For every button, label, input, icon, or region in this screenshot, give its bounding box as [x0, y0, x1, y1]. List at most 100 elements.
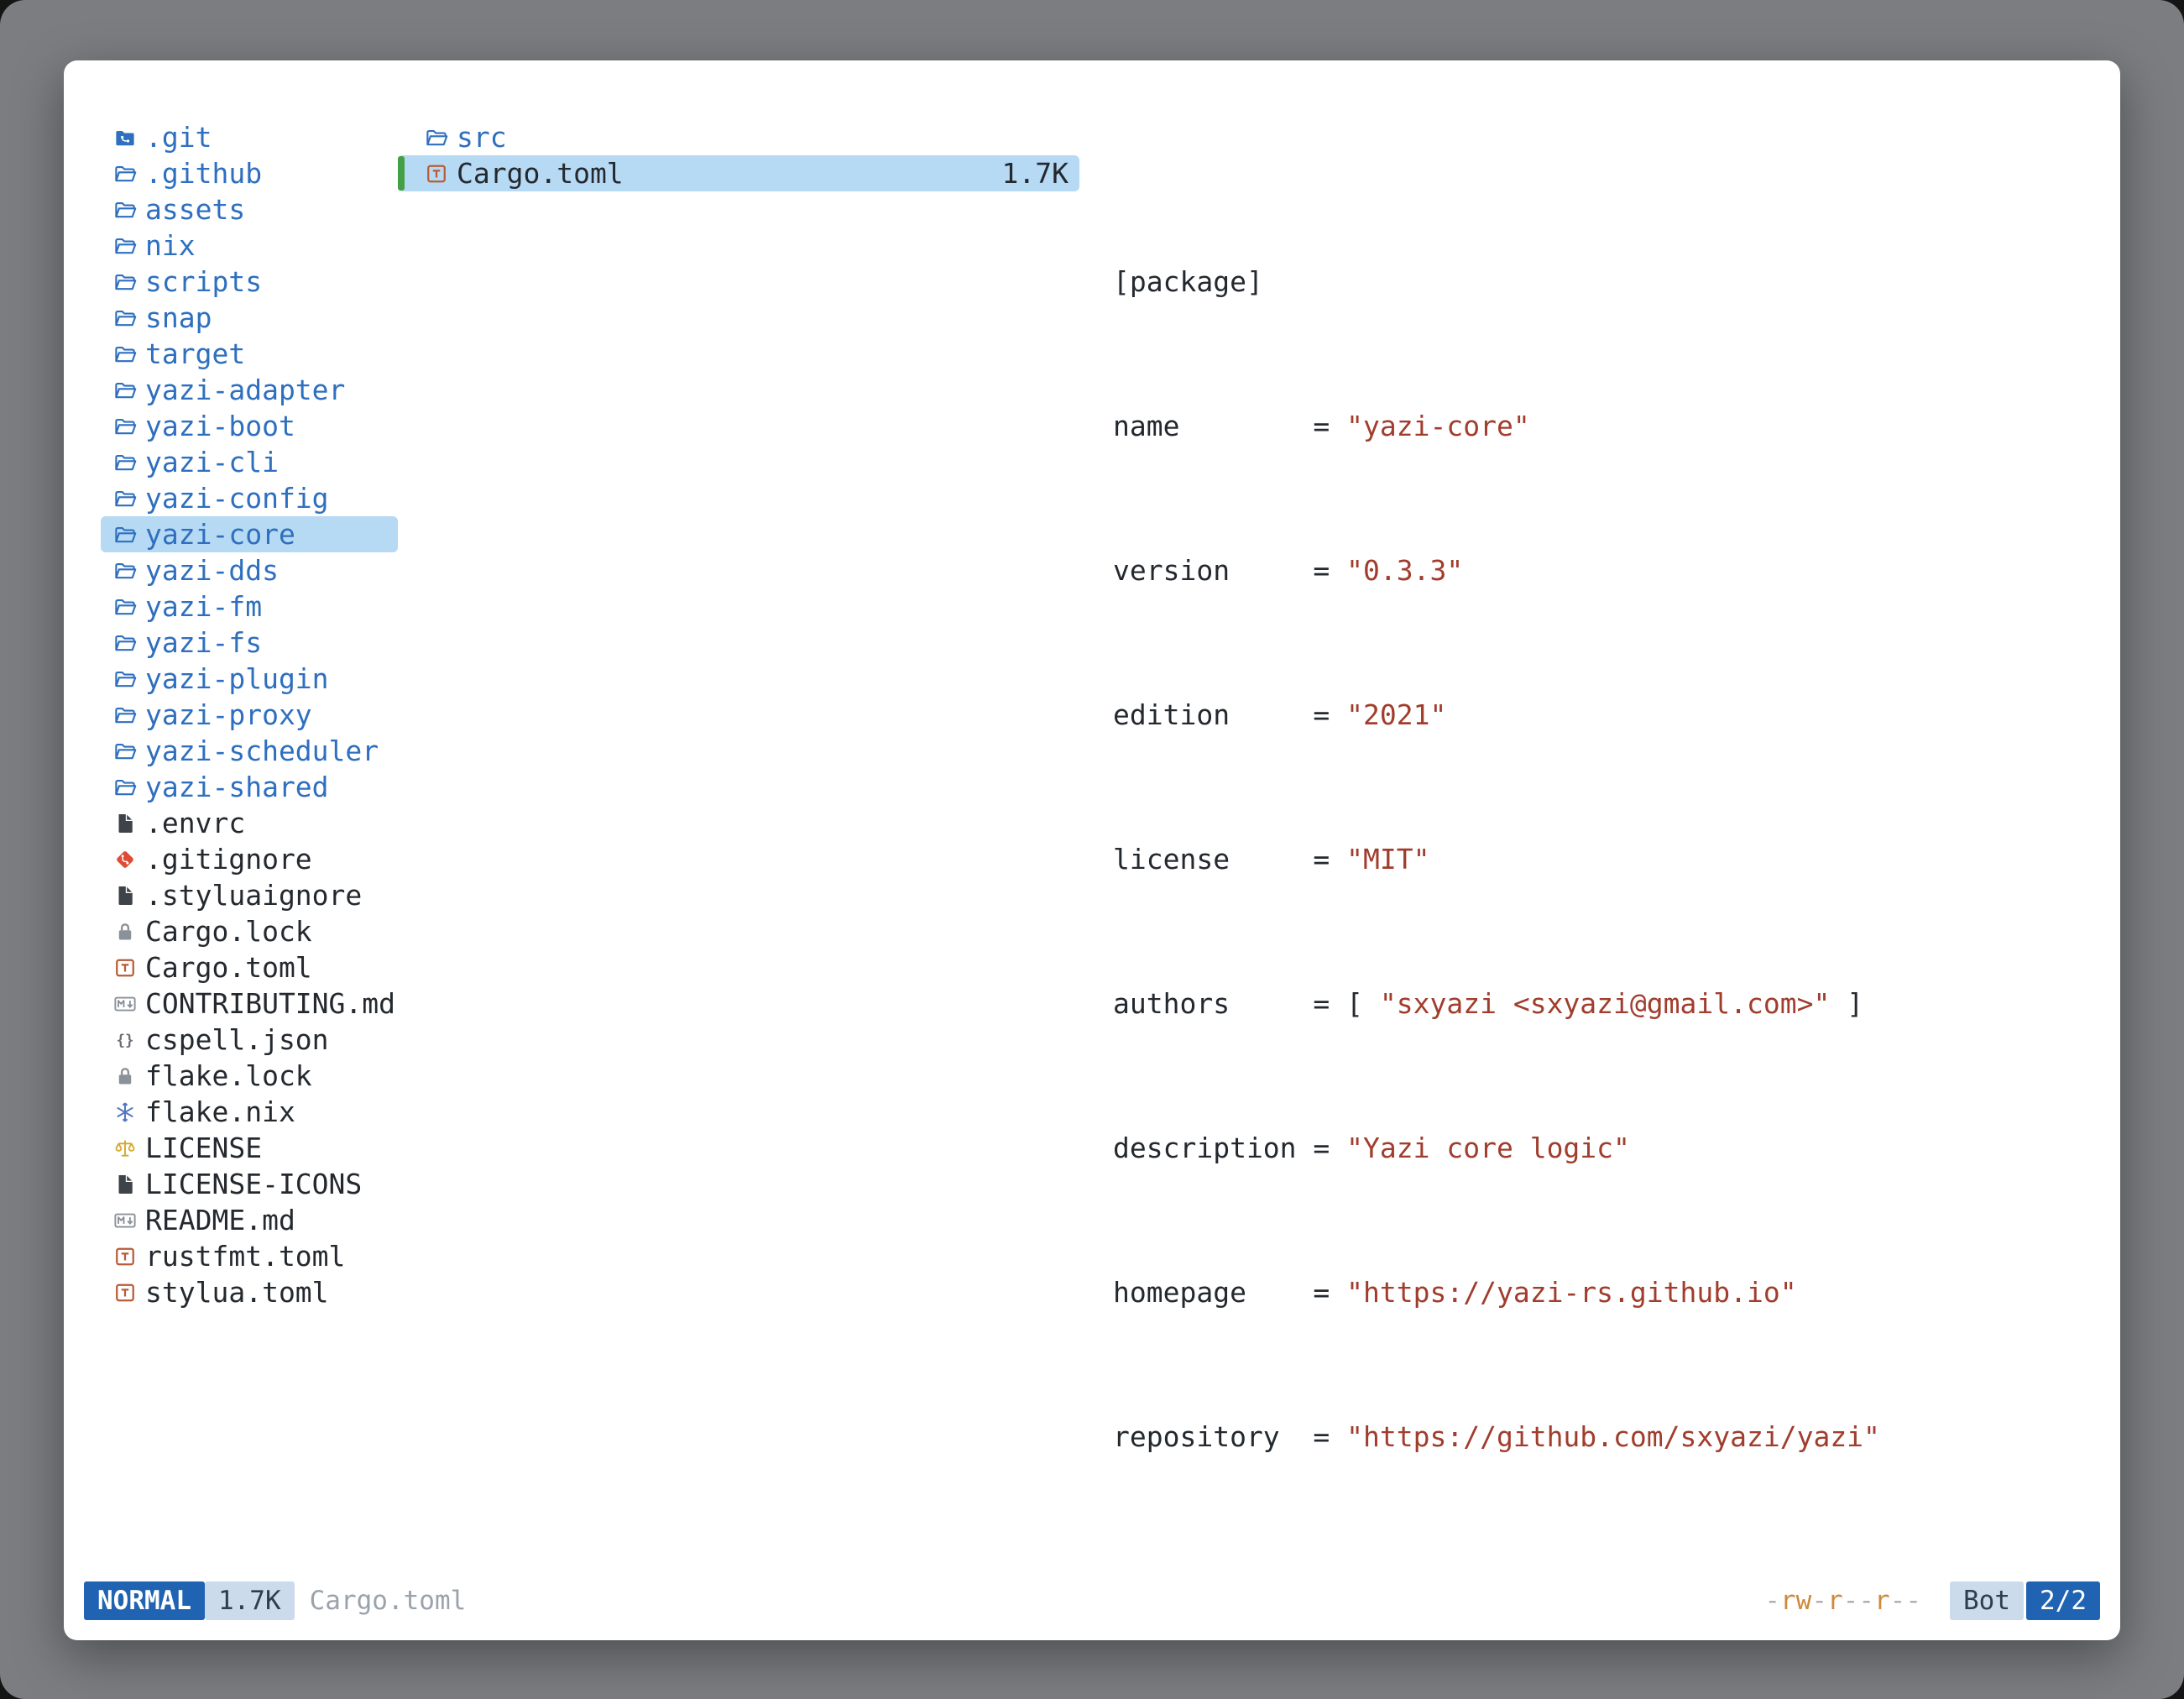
- parent-dir-item[interactable]: yazi-adapter: [101, 372, 398, 408]
- file-name: yazi-dds: [145, 552, 279, 588]
- parent-dir-item[interactable]: stylua.toml: [101, 1274, 398, 1310]
- file-name: yazi-core: [145, 516, 295, 552]
- current-dir-item[interactable]: src: [398, 119, 1079, 155]
- file-name: flake.lock: [145, 1058, 312, 1094]
- file-icon: [112, 811, 138, 836]
- file-name: .github: [145, 155, 262, 191]
- hover-marker: [398, 156, 405, 191]
- file-name: yazi-plugin: [145, 661, 329, 697]
- parent-dir-item[interactable]: yazi-proxy: [101, 697, 398, 733]
- file-name: .git: [145, 119, 212, 155]
- file-permissions: -rw-r--r--: [1764, 1581, 1921, 1620]
- parent-dir-item[interactable]: yazi-config: [101, 480, 398, 516]
- file-name: Cargo.toml: [457, 155, 624, 191]
- parent-dir-item[interactable]: yazi-cli: [101, 444, 398, 480]
- hover-marker: [398, 120, 405, 154]
- parent-dir-item[interactable]: snap: [101, 300, 398, 336]
- parent-dir-item[interactable]: yazi-scheduler: [101, 733, 398, 769]
- file-name: yazi-fm: [145, 588, 262, 625]
- parent-dir-item[interactable]: assets: [101, 191, 398, 227]
- parent-dir-item[interactable]: yazi-fs: [101, 625, 398, 661]
- scroll-position-badge: Bot: [1950, 1581, 2024, 1620]
- parent-dir-item[interactable]: LICENSE: [101, 1130, 398, 1166]
- parent-dir-item[interactable]: rustfmt.toml: [101, 1238, 398, 1274]
- preview-line: authors = [ "sxyazi <sxyazi@gmail.com>" …: [1113, 985, 2100, 1022]
- preview-line: license = "MIT": [1113, 841, 2100, 877]
- parent-dir-item[interactable]: Cargo.lock: [101, 913, 398, 949]
- folder-icon: [112, 486, 138, 511]
- nix-icon: [112, 1100, 138, 1125]
- parent-dir-item[interactable]: yazi-plugin: [101, 661, 398, 697]
- file-name: stylua.toml: [145, 1274, 329, 1310]
- json-icon: [112, 1027, 138, 1053]
- file-name: yazi-scheduler: [145, 733, 379, 769]
- file-name: LICENSE: [145, 1130, 262, 1166]
- file-name: yazi-boot: [145, 408, 295, 444]
- file-name: nix: [145, 227, 196, 264]
- parent-dir-item[interactable]: .styluaignore: [101, 877, 398, 913]
- parent-dir-item[interactable]: .envrc: [101, 805, 398, 841]
- parent-dir-item[interactable]: yazi-core: [101, 516, 398, 552]
- parent-dir-item[interactable]: .github: [101, 155, 398, 191]
- file-name: cspell.json: [145, 1022, 329, 1058]
- yazi-file-manager-window: .git .github assets nix: [64, 60, 2120, 1640]
- parent-dir-item[interactable]: Cargo.toml: [101, 949, 398, 985]
- md-icon: [112, 991, 138, 1017]
- file-name: yazi-fs: [145, 625, 262, 661]
- file-size: 1.7K: [1002, 155, 1079, 191]
- file-name: yazi-config: [145, 480, 329, 516]
- folder-icon: [112, 739, 138, 764]
- folder-icon: [112, 630, 138, 656]
- file-name: scripts: [145, 264, 262, 300]
- parent-dir-item[interactable]: LICENSE-ICONS: [101, 1166, 398, 1202]
- file-name: Cargo.toml: [145, 949, 312, 985]
- file-name: yazi-cli: [145, 444, 279, 480]
- parent-dir-item[interactable]: target: [101, 336, 398, 372]
- file-name: yazi-adapter: [145, 372, 345, 408]
- parent-dir-item[interactable]: flake.nix: [101, 1094, 398, 1130]
- file-icon: [112, 883, 138, 908]
- git-folder-icon: [112, 125, 138, 150]
- parent-dir-item[interactable]: yazi-shared: [101, 769, 398, 805]
- folder-icon: [112, 161, 138, 186]
- parent-dir-item[interactable]: CONTRIBUTING.md: [101, 985, 398, 1022]
- file-name: flake.nix: [145, 1094, 295, 1130]
- parent-dir-item[interactable]: yazi-dds: [101, 552, 398, 588]
- folder-icon: [112, 378, 138, 403]
- folder-icon: [112, 342, 138, 367]
- parent-dir-item[interactable]: scripts: [101, 264, 398, 300]
- preview-pane: [package] name = "yazi-core" version = "…: [1113, 119, 2100, 1576]
- parent-dir-item[interactable]: .gitignore: [101, 841, 398, 877]
- parent-dir-item[interactable]: flake.lock: [101, 1058, 398, 1094]
- parent-dir-item[interactable]: yazi-fm: [101, 588, 398, 625]
- toml-icon: [112, 1244, 138, 1269]
- preview-line: description = "Yazi core logic": [1113, 1130, 2100, 1166]
- folder-icon: [112, 594, 138, 619]
- preview-line: [package]: [1113, 264, 2100, 300]
- git-icon: [112, 847, 138, 872]
- mode-badge: NORMAL: [84, 1581, 205, 1620]
- folder-icon: [112, 450, 138, 475]
- file-name: yazi-shared: [145, 769, 329, 805]
- folder-icon: [112, 558, 138, 583]
- parent-dir-item[interactable]: yazi-boot: [101, 408, 398, 444]
- folder-icon: [112, 414, 138, 439]
- toml-icon: [112, 955, 138, 980]
- parent-dir-item[interactable]: .git: [101, 119, 398, 155]
- parent-dir-item[interactable]: nix: [101, 227, 398, 264]
- desktop-background: .git .github assets nix: [0, 0, 2184, 1699]
- parent-dir-item[interactable]: README.md: [101, 1202, 398, 1238]
- toml-icon: [424, 161, 449, 186]
- folder-icon: [112, 197, 138, 222]
- current-dir-item[interactable]: Cargo.toml 1.7K: [398, 155, 1079, 191]
- file-name: .gitignore: [145, 841, 312, 877]
- folder-icon: [112, 233, 138, 259]
- file-name: src: [457, 119, 507, 155]
- lock-icon: [112, 1064, 138, 1089]
- folder-icon: [112, 306, 138, 331]
- parent-dir-item[interactable]: cspell.json: [101, 1022, 398, 1058]
- file-name: README.md: [145, 1202, 295, 1238]
- file-name: assets: [145, 191, 245, 227]
- md-icon: [112, 1208, 138, 1233]
- preview-line: name = "yazi-core": [1113, 408, 2100, 444]
